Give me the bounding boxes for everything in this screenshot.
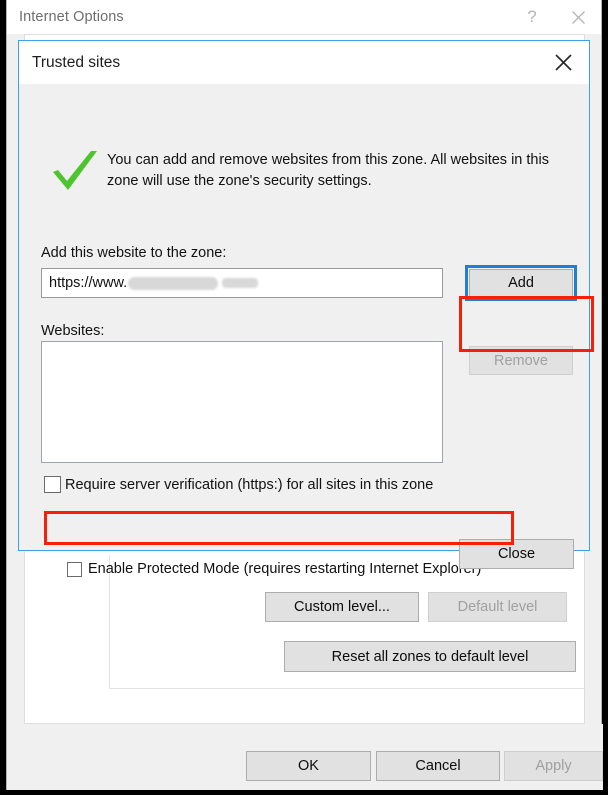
- websites-label: Websites:: [41, 323, 105, 339]
- reset-all-zones-button[interactable]: Reset all zones to default level: [284, 641, 576, 672]
- help-icon[interactable]: ?: [509, 0, 555, 34]
- default-level-button: Default level: [428, 592, 567, 622]
- close-button[interactable]: Close: [459, 539, 574, 569]
- trusted-sites-body: You can add and remove websites from thi…: [19, 84, 594, 569]
- redaction-block: [128, 276, 219, 290]
- titlebar-button-group: ?: [509, 0, 601, 34]
- internet-options-window: Internet Options ? Enable Protected Mode…: [6, 0, 603, 790]
- websites-listbox[interactable]: [41, 341, 443, 463]
- checkbox-box[interactable]: [67, 561, 82, 577]
- require-server-verification-checkbox[interactable]: Require server verification (https:) for…: [44, 476, 433, 493]
- add-website-value: https://www.: [49, 275, 128, 291]
- annotation-highlight-require-verification: [44, 511, 514, 545]
- trusted-sites-titlebar: Trusted sites: [19, 41, 589, 84]
- trusted-sites-dialog: Trusted sites You can add and remove web…: [18, 40, 594, 569]
- window-title: Internet Options: [19, 9, 124, 25]
- redaction-block: [222, 278, 259, 288]
- close-icon[interactable]: [555, 0, 601, 34]
- info-banner-text: You can add and remove websites from thi…: [107, 152, 549, 189]
- require-server-verification-label: Require server verification (https:) for…: [65, 476, 434, 493]
- enable-protected-mode-label: Enable Protected Mode (requires restarti…: [88, 561, 482, 577]
- add-button-focus-ring: [465, 265, 577, 301]
- add-website-label: Add this website to the zone:: [41, 245, 227, 261]
- custom-level-button[interactable]: Custom level...: [265, 592, 419, 622]
- remove-button: Remove: [469, 346, 573, 375]
- info-banner: You can add and remove websites from thi…: [49, 146, 559, 201]
- apply-button: Apply: [504, 751, 603, 781]
- cancel-button[interactable]: Cancel: [376, 751, 500, 781]
- green-checkmark-icon: [49, 148, 107, 201]
- close-icon[interactable]: [537, 41, 589, 84]
- enable-protected-mode-checkbox[interactable]: Enable Protected Mode (requires restarti…: [67, 561, 481, 577]
- add-website-input[interactable]: https://www.: [41, 268, 443, 298]
- checkbox-box[interactable]: [44, 476, 61, 493]
- internet-options-titlebar: Internet Options ?: [7, 0, 601, 34]
- dialog-title: Trusted sites: [32, 53, 121, 71]
- annotation-highlight-add-button: [459, 296, 594, 352]
- ok-button[interactable]: OK: [246, 751, 371, 781]
